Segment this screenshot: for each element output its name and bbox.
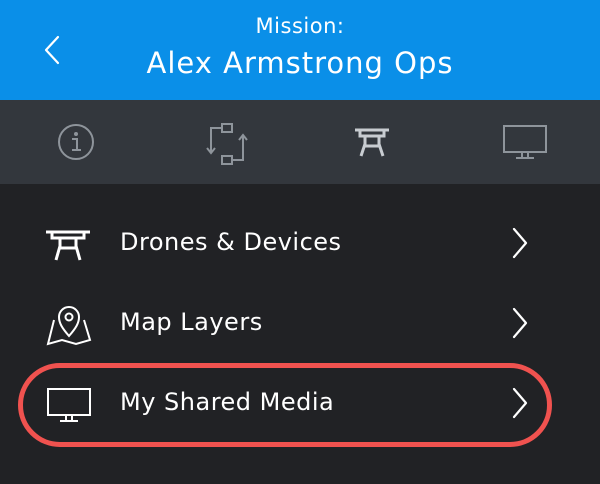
menu-item-label: My Shared Media: [120, 388, 335, 416]
sync-icon: [206, 123, 248, 165]
tab-info[interactable]: [44, 114, 108, 170]
mission-name: Alex Armstrong Ops: [146, 46, 454, 80]
menu-item-label: Map Layers: [120, 308, 263, 336]
mission-title-label: Mission:: [255, 14, 345, 38]
menu-item-drones-devices[interactable]: Drones & Devices: [0, 204, 600, 284]
tab-sync[interactable]: [193, 114, 257, 170]
tab-drones[interactable]: [339, 114, 403, 170]
menu-item-label: Drones & Devices: [120, 228, 342, 256]
chevron-right-icon: [512, 307, 528, 339]
menu-item-map-layers[interactable]: Map Layers: [0, 284, 600, 364]
tab-bar: [0, 100, 600, 184]
header-bar: Mission: Alex Armstrong Ops: [0, 0, 600, 100]
monitor-icon: [503, 125, 547, 159]
tab-media[interactable]: [490, 114, 554, 170]
info-icon: [58, 124, 94, 160]
chevron-right-icon: [512, 227, 528, 259]
menu-item-my-shared-media[interactable]: My Shared Media: [0, 364, 600, 444]
monitor-icon: [47, 388, 91, 422]
chevron-right-icon: [512, 387, 528, 419]
drone-icon: [355, 128, 389, 157]
map-pin-icon: [46, 306, 92, 346]
drone-icon: [46, 230, 90, 261]
